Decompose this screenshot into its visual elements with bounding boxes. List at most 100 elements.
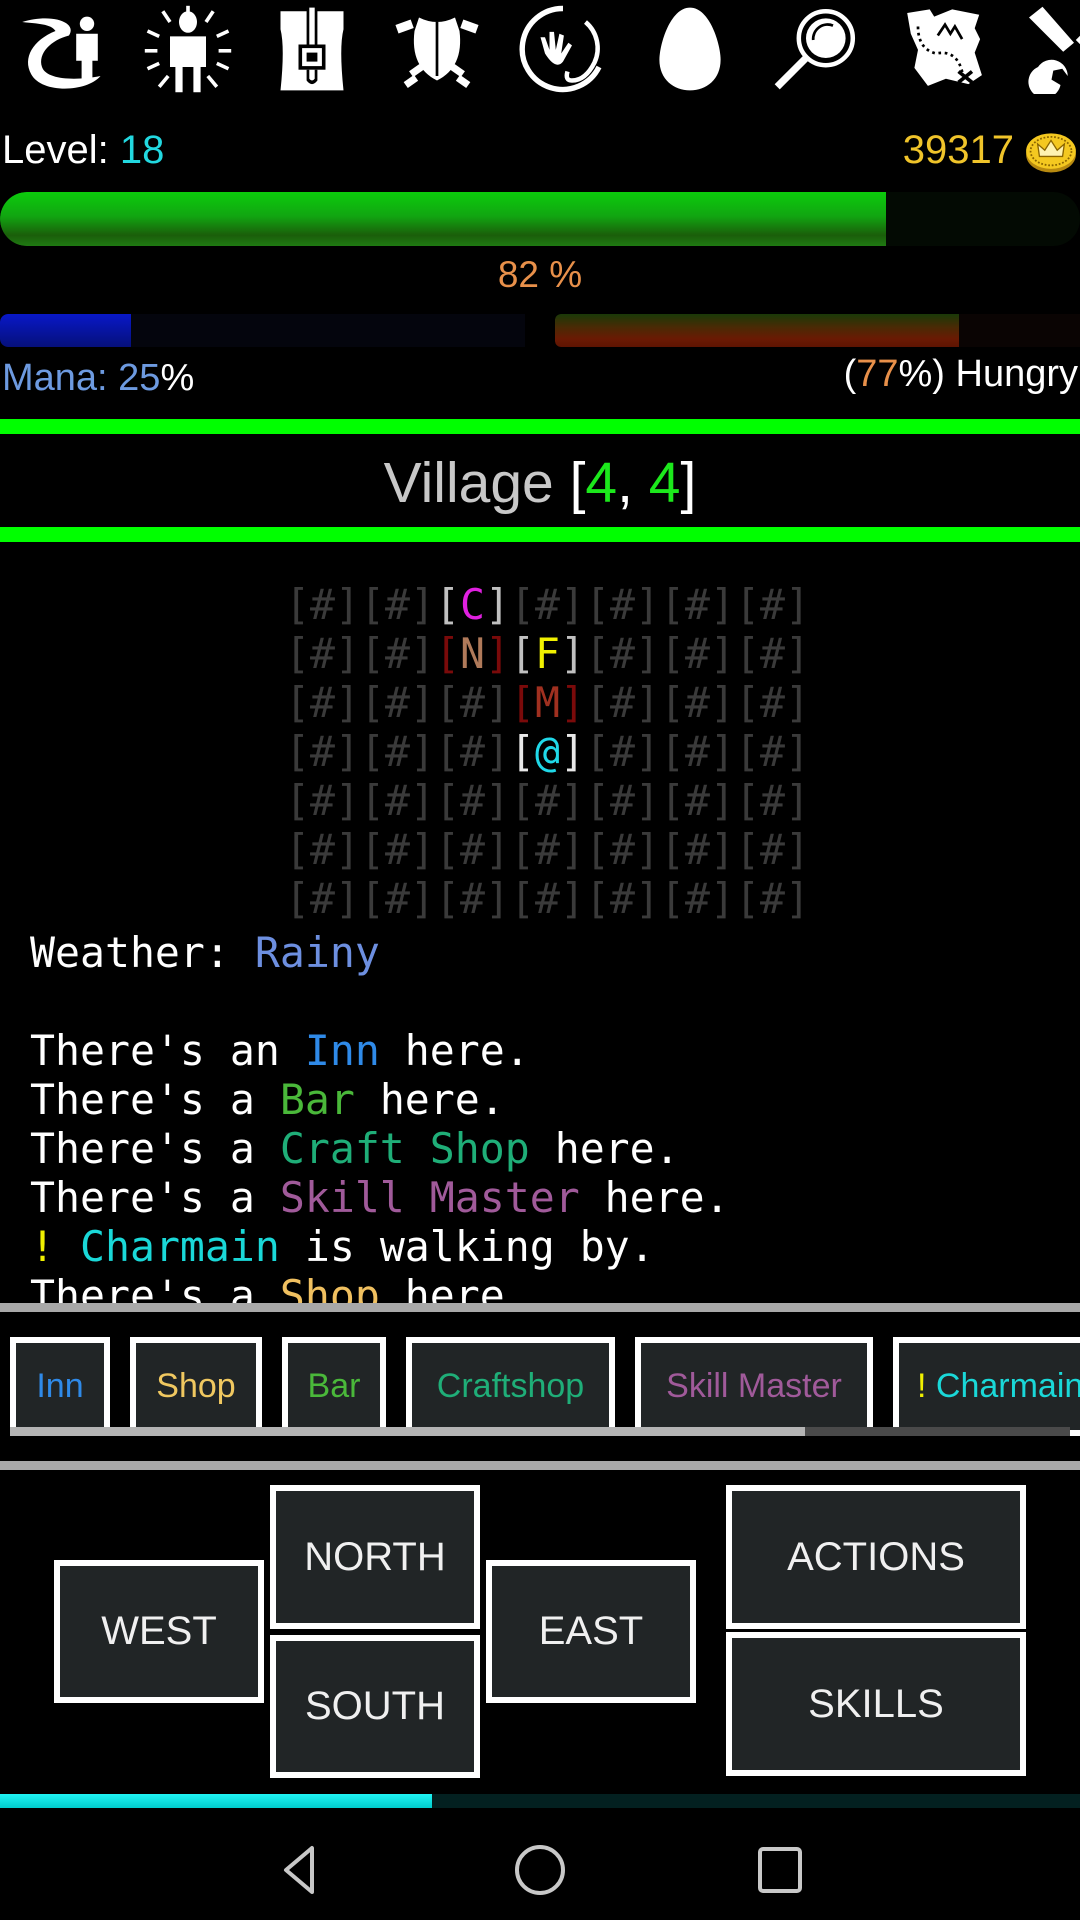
quick-action-shop[interactable]: Shop (130, 1337, 262, 1436)
quick-action-label: Charmain (935, 1367, 1080, 1405)
log-segment: There's an (30, 1026, 305, 1075)
treasure-map-icon[interactable] (900, 4, 990, 94)
map-cell-unexplored: [#] (285, 580, 360, 629)
east-button[interactable]: EAST (486, 1560, 696, 1703)
log-line: There's a Skill Master here. (30, 1173, 1080, 1222)
tools-icon[interactable] (1020, 4, 1080, 94)
home-icon[interactable] (510, 1840, 570, 1900)
map-row: [#] [#] [N] [F] [#] [#] [#] (285, 629, 810, 678)
quick-actions-scrollbar[interactable] (10, 1427, 1070, 1436)
map-cell-unexplored: [#] (285, 825, 360, 874)
quick-action-label: Inn (36, 1367, 84, 1405)
log-segment: here. (579, 1173, 730, 1222)
backpack-icon[interactable] (267, 4, 357, 94)
map-cell-unexplored: [#] (360, 580, 435, 629)
map-grid: [#] [#] [C] [#] [#] [#] [#] [#] [#] [N] [F] [#] [#][… (285, 580, 810, 923)
hunger-bar-fill (555, 314, 960, 347)
north-button[interactable]: NORTH (270, 1485, 480, 1629)
map-cell-unexplored: [#] (735, 874, 810, 923)
map-cell-unexplored: [#] (285, 727, 360, 776)
magic-hand-icon[interactable] (518, 4, 608, 94)
map-cell-N: [N] (435, 629, 510, 678)
location-x: 4 (585, 451, 618, 515)
coord-separator: , (617, 451, 649, 515)
log-segment: Craft Shop (279, 1124, 530, 1173)
map-cell-unexplored: [#] (435, 776, 510, 825)
log-segment: is walking by. (279, 1222, 655, 1271)
quick-action-bar[interactable]: Bar (282, 1337, 386, 1436)
level-display: Level: 18 (2, 126, 164, 174)
map-cell-unexplored: [#] (510, 874, 585, 923)
map-cell-unexplored: [#] (585, 874, 660, 923)
map-cell-unexplored: [#] (660, 629, 735, 678)
map-cell-unexplored: [#] (435, 678, 510, 727)
log-line: There's an Inn here. (30, 1026, 1080, 1075)
log-segment: Skill Master (279, 1173, 580, 1222)
log-segment: here. (379, 1026, 530, 1075)
quick-bar-divider-bottom (0, 1461, 1080, 1470)
map-cell-unexplored: [#] (435, 874, 510, 923)
log-segment: There's a (30, 1173, 280, 1222)
west-button[interactable]: WEST (54, 1560, 264, 1703)
recents-icon[interactable] (750, 1840, 810, 1900)
map-cell-unexplored: [#] (735, 580, 810, 629)
character-aura-icon[interactable] (143, 4, 233, 94)
skills-button[interactable]: SKILLS (726, 1632, 1026, 1776)
mana-display: Mana: 25% (2, 356, 194, 400)
scrollbar-thumb[interactable] (10, 1427, 805, 1436)
quick-action-inn[interactable]: Inn (10, 1337, 110, 1436)
message-log[interactable]: Weather: Rainy There's an Inn here. There'… (30, 928, 1080, 1303)
map-cell-unexplored: [#] (585, 580, 660, 629)
map-cell-unexplored: [#] (660, 776, 735, 825)
magnifier-icon[interactable] (770, 4, 860, 94)
actions-button[interactable]: ACTIONS (726, 1485, 1026, 1629)
log-segment: Shop (279, 1271, 380, 1303)
map-cell-unexplored: [#] (360, 825, 435, 874)
egg-icon[interactable] (645, 4, 735, 94)
quick-action-charmain[interactable]: ! Charmain (893, 1337, 1080, 1436)
hunger-close: %) (898, 353, 956, 395)
map-cell-unexplored: [#] (660, 580, 735, 629)
back-icon[interactable] (270, 1840, 330, 1900)
map-cell-C: [C] (435, 580, 510, 629)
quick-actions-bar: ! Charmain Skill Master Craftshop Bar Shop In… (0, 1312, 1080, 1461)
quick-action-skill-master[interactable]: Skill Master (635, 1337, 873, 1436)
map-cell-unexplored: [#] (285, 874, 360, 923)
bracket-close: ] (680, 451, 697, 515)
bracket-open: [ (569, 451, 586, 515)
map-cell-unexplored: [#] (360, 678, 435, 727)
health-bar-fill (0, 192, 886, 246)
map-cell-unexplored: [#] (585, 825, 660, 874)
log-segment: There's a (30, 1075, 280, 1124)
armor-icon[interactable] (392, 4, 482, 94)
map-cell-unexplored: [#] (285, 629, 360, 678)
alert-marker: ! (917, 1367, 936, 1405)
gold-amount: 39317 (902, 128, 1014, 172)
map-cell-F: [F] (510, 629, 585, 678)
map-cell-unexplored: [#] (510, 580, 585, 629)
level-label: Level: (2, 128, 120, 172)
hunger-display: (77%) Hungry (844, 352, 1078, 396)
mana-label: Mana: (2, 357, 119, 399)
map-cell-M: [M] (510, 678, 585, 727)
map-cell-unexplored: [#] (285, 678, 360, 727)
quick-action-label: Bar (307, 1367, 361, 1405)
south-button[interactable]: SOUTH (270, 1635, 480, 1778)
map-cell-unexplored: [#] (285, 776, 360, 825)
toolbar (0, 0, 1080, 100)
experience-bar-fill (0, 1794, 432, 1808)
log-segment: Charmain (79, 1222, 280, 1271)
divider-bottom (0, 527, 1080, 542)
map-cell-unexplored: [#] (660, 678, 735, 727)
map-row: [#] [#] [#] [@] [#] [#] [#] (285, 727, 810, 776)
player-marker: [@] (510, 727, 585, 776)
log-segment: Bar (279, 1075, 355, 1124)
travel-icon[interactable] (15, 4, 105, 94)
map-cell-unexplored: [#] (360, 629, 435, 678)
quick-action-craftshop[interactable]: Craftshop (406, 1337, 615, 1436)
mana-value: 25 (118, 357, 161, 399)
location-y: 4 (648, 451, 681, 515)
map-cell-unexplored: [#] (585, 629, 660, 678)
system-navigation-bar (0, 1820, 1080, 1920)
